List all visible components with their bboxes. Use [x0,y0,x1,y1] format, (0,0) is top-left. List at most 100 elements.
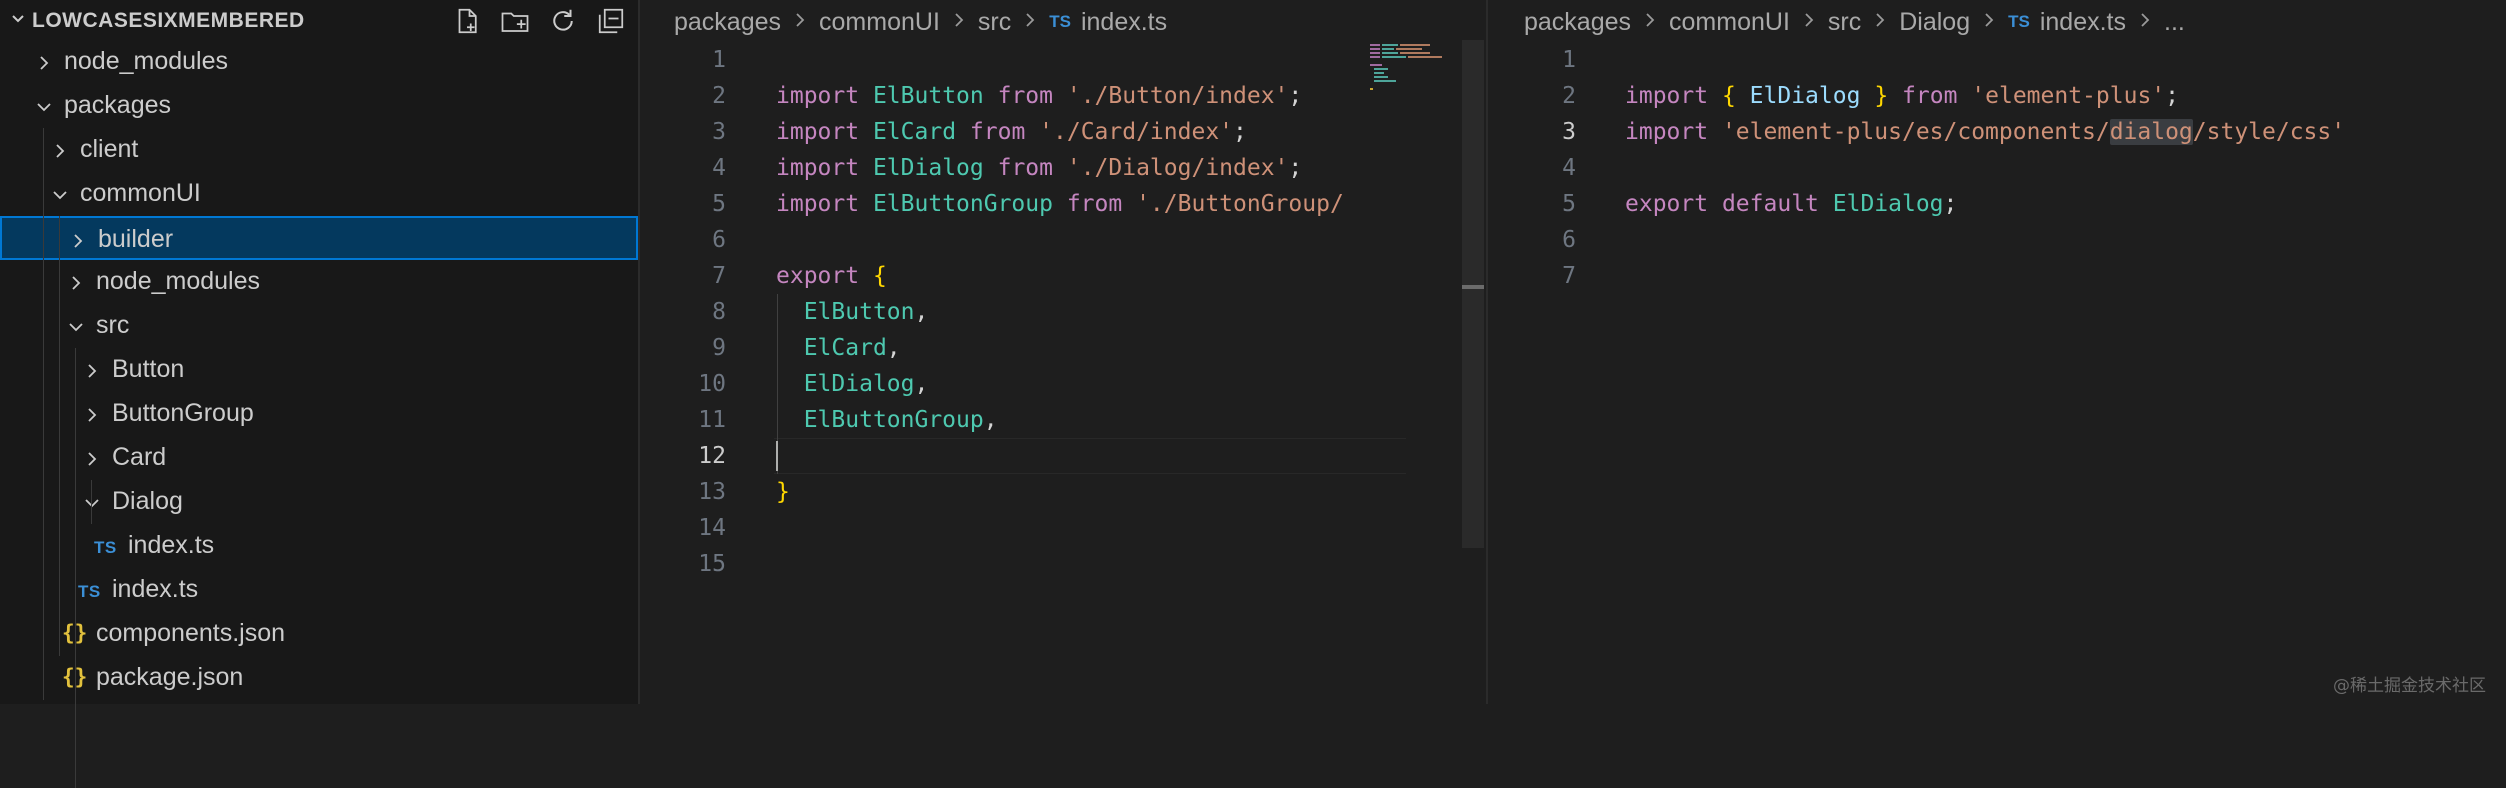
tree-item-label: node_modules [64,47,229,75]
minimap[interactable] [1370,40,1468,100]
tree-item-label: components.json [96,619,286,647]
chevron-right-icon [1023,9,1037,35]
tree-item-label: commonUI [80,179,201,207]
breadcrumb-segment[interactable]: packages [674,8,781,37]
code-line[interactable]: 7 [1490,258,2506,294]
code-line[interactable]: 3 import ElCard from './Card/index'; [640,114,1486,150]
chevron-right-icon [82,359,102,379]
tree-item-card[interactable]: Card [0,436,638,480]
code-line[interactable]: 10 ElDialog, [640,366,1486,402]
chevron-right-icon [793,9,807,35]
vertical-scrollbar[interactable] [1462,40,1484,548]
breadcrumb-symbol[interactable]: ... [2164,8,2185,37]
tree-item-label: src [96,311,130,339]
collapse-all-icon[interactable] [594,4,628,38]
line-number: 11 [698,407,726,433]
tree-item-dialog[interactable]: Dialog [0,480,638,524]
line-number: 12 [698,443,726,469]
breadcrumb-file[interactable]: index.ts [1081,8,1167,37]
chevron-down-icon [34,95,54,115]
code-line[interactable]: 7 export { [640,258,1486,294]
tree-item-commonui[interactable]: commonUI [0,172,638,216]
line-number: 3 [712,119,726,145]
code-line[interactable]: 5 export default ElDialog; [1490,186,2506,222]
code-line[interactable]: 5 import ElButtonGroup from './ButtonGrou… [640,186,1486,222]
editor-right[interactable]: packages commonUI src Dialog TS index.ts... 1… [1490,0,2506,704]
typescript-file-icon: TS [1049,12,1071,31]
tree-item-buttongroup[interactable]: ButtonGroup [0,392,638,436]
line-number: 5 [1562,191,1576,217]
tree-item-client[interactable]: client [0,128,638,172]
tree-item-index-ts[interactable]: TS index.ts [0,524,638,568]
breadcrumb-segment[interactable]: src [1828,8,1861,37]
tree-item-label: packages [64,91,172,119]
tree-item-label: Card [112,443,167,471]
tree-item-label: node_modules [96,267,261,295]
chevron-right-icon [2138,9,2152,35]
new-file-icon[interactable] [450,4,484,38]
new-folder-icon[interactable] [498,4,532,38]
code-line[interactable]: 1 [640,42,1486,78]
line-text: } [776,479,790,505]
editor-left[interactable]: packages commonUI src TS index.ts 1 2 import E… [640,0,1488,704]
line-number: 13 [698,479,726,505]
tree-item-src[interactable]: src [0,304,638,348]
breadcrumb-segment[interactable]: commonUI [1669,8,1790,37]
code-line[interactable]: 13} [640,474,1486,510]
breadcrumb-segment[interactable]: Dialog [1899,8,1970,37]
tree-item-packages[interactable]: packages [0,84,638,128]
line-text: import ElButtonGroup from './ButtonGroup… [776,191,1344,217]
line-text: ElButtonGroup, [803,407,998,433]
code-line[interactable]: 8 ElButton, [640,294,1486,330]
code-line[interactable]: 11 ElButtonGroup, [640,402,1486,438]
tree-item-button[interactable]: Button [0,348,638,392]
tree-item-package-json[interactable]: {} package.json [0,656,638,700]
line-number: 10 [698,371,726,397]
chevron-right-icon [34,51,54,71]
line-number: 2 [712,83,726,109]
explorer-header: LOWCASESIXMEMBERED [0,0,638,40]
code-line[interactable]: 14 [640,510,1486,546]
tree-item-index-ts[interactable]: TS index.ts [0,568,638,612]
chevron-right-icon [50,139,70,159]
line-number: 8 [712,299,726,325]
code-area[interactable]: 1 2 import ElButton from './Button/index';… [640,42,1486,582]
refresh-icon[interactable] [546,4,580,38]
tree-item-builder[interactable]: builder [0,216,638,260]
line-text: export default ElDialog; [1625,191,1958,217]
code-line[interactable]: 4 import ElDialog from './Dialog/index'; [640,150,1486,186]
breadcrumb-segment[interactable]: packages [1524,8,1631,37]
code-line[interactable]: 3 import 'element-plus/es/components/dial… [1490,114,2506,150]
chevron-right-icon [1802,9,1816,35]
breadcrumb-segment[interactable]: src [978,8,1011,37]
chevron-right-icon [952,9,966,35]
code-line[interactable]: 12 [640,438,1486,474]
code-line[interactable]: 2 import ElButton from './Button/index'; [640,78,1486,114]
code-line[interactable]: 4 [1490,150,2506,186]
code-line[interactable]: 1 [1490,42,2506,78]
line-text: export { [776,263,887,289]
tree-item-label: package.json [96,663,244,691]
code-line[interactable]: 15 [640,546,1486,582]
breadcrumb-segment[interactable]: commonUI [819,8,940,37]
line-number: 7 [1562,263,1576,289]
tree-item-node-modules[interactable]: node_modules [0,40,638,84]
tree-item-node-modules[interactable]: node_modules [0,260,638,304]
breadcrumb-file[interactable]: index.ts [2040,8,2126,37]
line-number: 3 [1562,119,1576,145]
tree-item-components-json[interactable]: {} components.json [0,612,638,656]
tree-item-label: ButtonGroup [112,399,254,427]
line-text: import 'element-plus/es/components/dialo… [1625,119,2346,145]
scrollbar-thumb[interactable] [1462,285,1484,289]
explorer-title[interactable]: LOWCASESIXMEMBERED [10,9,305,33]
code-area[interactable]: 1 2 import { ElDialog } from 'element-plus… [1490,42,2506,294]
line-text: ElDialog, [803,371,929,397]
code-line[interactable]: 6 [1490,222,2506,258]
typescript-file-icon: TS [94,538,117,557]
tree-item-label: index.ts [112,575,199,603]
line-text: import ElDialog from './Dialog/index'; [776,155,1303,181]
explorer-actions [450,4,628,38]
code-line[interactable]: 2 import { ElDialog } from 'element-plus'… [1490,78,2506,114]
code-line[interactable]: 9 ElCard, [640,330,1486,366]
code-line[interactable]: 6 [640,222,1486,258]
